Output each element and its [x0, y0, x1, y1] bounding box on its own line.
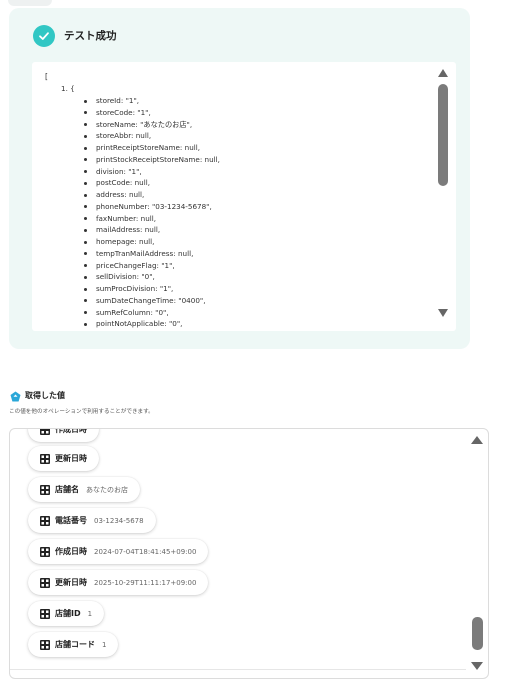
grid-icon	[40, 577, 50, 588]
value-chip[interactable]: 更新日時	[28, 446, 99, 471]
horizontal-divider	[10, 669, 466, 670]
json-field-line: faxNumber: null,	[84, 213, 220, 225]
json-scrollbar[interactable]	[430, 62, 456, 331]
json-item-head: 1. {	[61, 84, 75, 93]
acquired-values-description: この値を他のオペレーションで利用することができます。	[9, 409, 154, 415]
value-chip-value: あなたのお店	[86, 485, 128, 494]
json-field-line: mailAddress: null,	[84, 224, 220, 236]
value-chip-value: 2025-10-29T11:11:17+09:00	[94, 578, 197, 587]
json-field-line: storeId: "1",	[84, 95, 220, 107]
value-chip-label: 店舗名	[55, 485, 79, 494]
json-field-list: storeId: "1", storeCode: "1", storeName: "…	[84, 95, 220, 330]
value-chip-label: 作成日時	[55, 547, 87, 556]
scroll-up-arrow-icon[interactable]	[437, 68, 449, 78]
grid-icon	[40, 515, 50, 526]
json-field-line: sumProcDivision: "1",	[84, 283, 220, 295]
json-field-line: storeCode: "1",	[84, 107, 220, 119]
json-field-line: printReceiptStoreName: null,	[84, 142, 220, 154]
top-tab-fragment	[8, 0, 52, 6]
json-field-line: address: null,	[84, 189, 220, 201]
grid-icon	[40, 453, 50, 464]
json-field-line: homepage: null,	[84, 236, 220, 248]
json-result-box[interactable]: [ 1. { storeId: "1", storeCode: "1", store…	[32, 62, 456, 331]
test-success-panel: テスト成功 [ 1. { storeId: "1", storeCode: "1"…	[9, 8, 470, 349]
acquired-values-title: 取得した値	[25, 391, 65, 400]
value-chip-label: 店舗ID	[55, 609, 81, 618]
scroll-down-arrow-icon[interactable]	[437, 308, 449, 318]
json-open-bracket: [	[45, 72, 48, 81]
grid-icon	[40, 639, 50, 650]
json-field-line: tempTranMailAddress: null,	[84, 248, 220, 260]
value-chip[interactable]: 作成日時 2024-07-04T18:41:45+09:00	[28, 539, 209, 564]
value-chip[interactable]: 作成日時	[28, 428, 99, 442]
scroll-up-arrow-icon[interactable]	[470, 435, 484, 445]
value-chip[interactable]: 店舗コード 1	[28, 632, 119, 657]
values-scroll-thumb[interactable]	[472, 617, 483, 650]
grid-icon	[40, 484, 50, 495]
value-chip-label: 更新日時	[55, 578, 87, 587]
acquired-values-box[interactable]: 作成日時 更新日時 店舗名 あなたのお店 電話番号 03-1234-5678 作成日時 202…	[9, 428, 489, 679]
grid-icon	[40, 608, 50, 619]
value-chip[interactable]: 店舗名 あなたのお店	[28, 477, 140, 502]
value-chip[interactable]: 更新日時 2025-10-29T11:11:17+09:00	[28, 570, 209, 595]
json-field-line: priceChangeFlag: "1",	[84, 260, 220, 272]
json-field-line: storeAbbr: null,	[84, 130, 220, 142]
diamond-icon	[10, 391, 21, 402]
check-icon	[33, 25, 55, 47]
value-chip-label: 作成日時	[55, 428, 87, 434]
json-content: [ 1. { storeId: "1", storeCode: "1", store…	[32, 62, 430, 331]
value-chip-value: 1	[87, 609, 93, 618]
json-field-line: postCode: null,	[84, 177, 220, 189]
value-chip-label: 電話番号	[55, 516, 87, 525]
json-scroll-thumb[interactable]	[438, 84, 448, 186]
value-chip-value: 1	[102, 640, 107, 649]
value-chip[interactable]: 電話番号 03-1234-5678	[28, 508, 156, 533]
values-scrollbar[interactable]	[466, 429, 488, 678]
json-field-line: division: "1",	[84, 166, 220, 178]
json-field-line: pointNotApplicable: "0",	[84, 318, 220, 330]
value-chip-label: 更新日時	[55, 454, 87, 463]
grid-icon	[40, 546, 50, 557]
test-success-title: テスト成功	[64, 30, 117, 42]
json-field-line: storeName: "あなたのお店",	[84, 119, 220, 131]
value-chip-value: 03-1234-5678	[94, 516, 144, 525]
value-chip-value: 2024-07-04T18:41:45+09:00	[94, 547, 197, 556]
json-field-line: printStockReceiptStoreName: null,	[84, 154, 220, 166]
grid-icon	[40, 429, 50, 435]
value-chip[interactable]: 店舗ID 1	[28, 601, 105, 626]
json-field-line: sumDateChangeTime: "0400",	[84, 295, 220, 307]
scroll-down-arrow-icon[interactable]	[470, 661, 484, 671]
value-chip-label: 店舗コード	[55, 640, 95, 649]
json-field-line: sumRefColumn: "0",	[84, 307, 220, 319]
json-field-line: sellDivision: "0",	[84, 271, 220, 283]
json-field-line: phoneNumber: "03-1234-5678",	[84, 201, 220, 213]
